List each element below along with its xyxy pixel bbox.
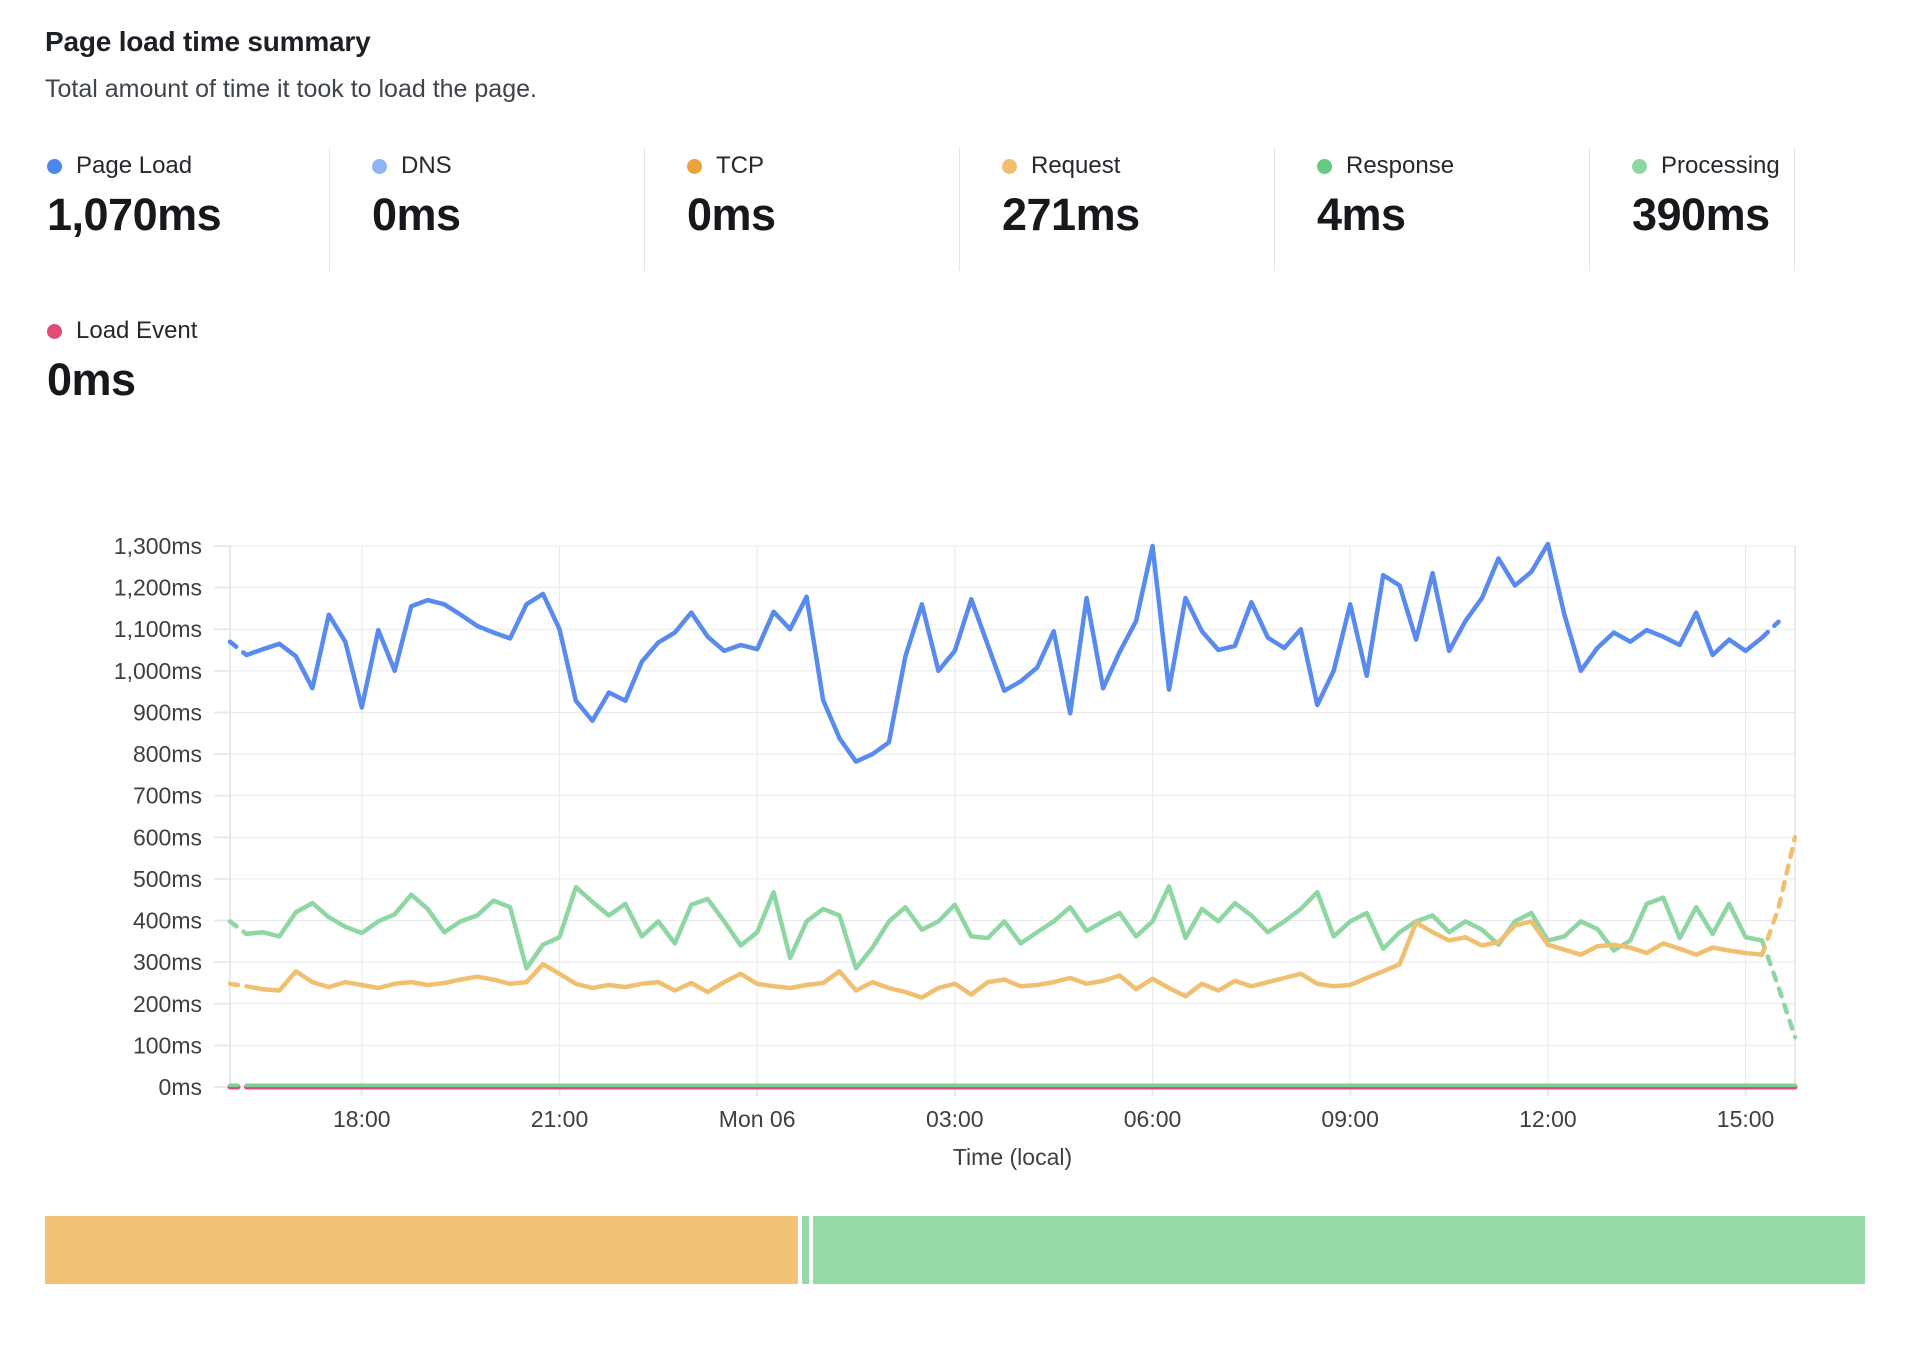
svg-text:800ms: 800ms [133,741,202,767]
metric-dns: DNS 0ms [330,148,645,271]
svg-text:18:00: 18:00 [333,1106,391,1132]
metric-tcp: TCP 0ms [645,148,960,271]
svg-text:400ms: 400ms [133,908,202,934]
metric-value: 0ms [47,354,1865,406]
page-subtitle: Total amount of time it took to load the… [45,75,1865,104]
chart-range-scrollbar [45,1216,1865,1284]
metric-value: 4ms [1317,189,1589,241]
scrollbar-segment-left[interactable] [45,1216,798,1284]
page-title: Page load time summary [45,26,1865,58]
metric-label: Processing [1661,152,1780,180]
svg-text:12:00: 12:00 [1519,1106,1577,1132]
metric-load-event: Load Event 0ms [45,317,1865,406]
metric-request: Request 271ms [960,148,1275,271]
scrollbar-segment-sliver[interactable] [802,1216,808,1284]
dns-legend-dot-icon [372,159,387,174]
metric-value: 390ms [1632,189,1794,241]
svg-text:Mon 06: Mon 06 [719,1106,796,1132]
svg-text:300ms: 300ms [133,949,202,975]
metric-label: Load Event [76,317,197,345]
processing-legend-dot-icon [1632,159,1647,174]
tcp-legend-dot-icon [687,159,702,174]
svg-text:09:00: 09:00 [1321,1106,1379,1132]
metric-processing: Processing 390ms [1590,148,1795,271]
svg-text:15:00: 15:00 [1717,1106,1775,1132]
metric-legend-row: Page Load 1,070ms DNS 0ms TCP 0ms Reques… [45,148,1865,271]
load-event-legend-dot-icon [47,324,62,339]
svg-text:0ms: 0ms [159,1074,202,1100]
metric-value: 271ms [1002,189,1274,241]
svg-text:200ms: 200ms [133,991,202,1017]
scrollbar-segment-right[interactable] [813,1216,1865,1284]
svg-text:21:00: 21:00 [531,1106,589,1132]
chart-canvas[interactable]: 0ms 100ms 200ms 300ms 400ms 500ms 600ms 700ms 80… [45,536,1805,1184]
metric-label: TCP [716,152,764,180]
svg-text:1,200ms: 1,200ms [114,575,202,601]
metric-value: 0ms [372,189,644,241]
metric-label: Response [1346,152,1454,180]
svg-text:1,300ms: 1,300ms [114,536,202,559]
svg-text:03:00: 03:00 [926,1106,984,1132]
svg-text:1,100ms: 1,100ms [114,616,202,642]
svg-text:06:00: 06:00 [1124,1106,1182,1132]
svg-text:100ms: 100ms [133,1032,202,1058]
metric-label: Request [1031,152,1120,180]
metric-value: 1,070ms [47,189,329,241]
page-load-time-chart: 0ms 100ms 200ms 300ms 400ms 500ms 600ms 700ms 80… [45,536,1865,1184]
metric-label: DNS [401,152,452,180]
svg-text:1,000ms: 1,000ms [114,658,202,684]
metric-response: Response 4ms [1275,148,1590,271]
response-legend-dot-icon [1317,159,1332,174]
request-legend-dot-icon [1002,159,1017,174]
metric-value: 0ms [687,189,959,241]
page-load-legend-dot-icon [47,159,62,174]
metric-page-load: Page Load 1,070ms [45,148,330,271]
svg-text:500ms: 500ms [133,866,202,892]
svg-text:900ms: 900ms [133,699,202,725]
svg-text:700ms: 700ms [133,783,202,809]
svg-text:Time (local): Time (local) [953,1144,1072,1170]
metric-label: Page Load [76,152,192,180]
svg-text:600ms: 600ms [133,824,202,850]
